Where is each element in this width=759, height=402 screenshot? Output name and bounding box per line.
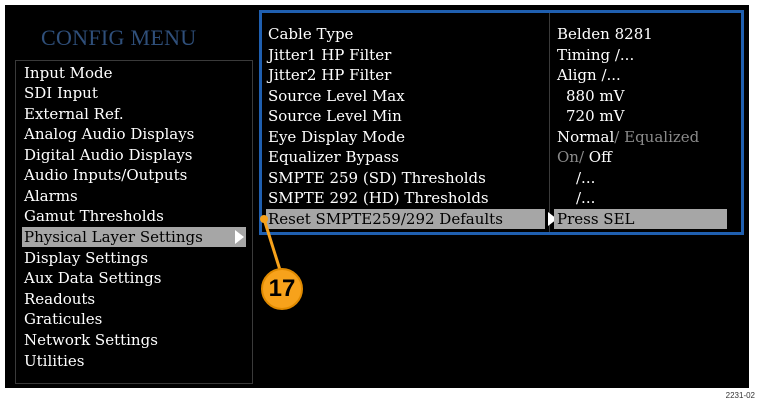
menu-item-label: Readouts <box>24 290 96 308</box>
menu-item-label: Display Settings <box>24 249 149 267</box>
menu-item-display-settings[interactable]: Display Settings <box>24 248 148 268</box>
value-smpte-292-thresholds[interactable]: /... <box>576 188 595 208</box>
param-cable-type[interactable]: Cable Type <box>268 24 353 44</box>
callout-badge: 17 <box>261 268 303 310</box>
menu-item-gamut-thresholds[interactable]: Gamut Thresholds <box>24 206 164 226</box>
menu-item-external-ref[interactable]: External Ref. <box>24 104 124 124</box>
option-on: On/ <box>557 148 585 166</box>
menu-item-label: External Ref. <box>24 105 124 123</box>
option-normal: Normal <box>557 128 615 146</box>
menu-item-audio-inputs-outputs[interactable]: Audio Inputs/Outputs <box>24 165 187 185</box>
menu-item-label: Utilities <box>24 352 85 370</box>
figure-id: 2231-02 <box>725 391 755 400</box>
column-divider <box>549 13 550 232</box>
menu-item-alarms[interactable]: Alarms <box>24 186 78 206</box>
menu-item-input-mode[interactable]: Input Mode <box>24 63 113 83</box>
value-jitter1-hp-filter[interactable]: Timing /... <box>557 45 634 65</box>
param-reset-smpte-defaults[interactable]: Reset SMPTE259/292 Defaults <box>266 209 557 229</box>
value-jitter2-hp-filter[interactable]: Align /... <box>557 65 621 85</box>
param-jitter2-hp-filter[interactable]: Jitter2 HP Filter <box>268 65 391 85</box>
param-eye-display-mode[interactable]: Eye Display Mode <box>268 127 405 147</box>
menu-item-label: Digital Audio Displays <box>24 146 193 164</box>
param-label: Reset SMPTE259/292 Defaults <box>268 210 503 228</box>
value-cable-type[interactable]: Belden 8281 <box>557 24 653 44</box>
menu-item-label: Physical Layer Settings <box>24 228 203 246</box>
value-press-sel[interactable]: Press SEL <box>554 209 727 229</box>
menu-item-utilities[interactable]: Utilities <box>24 351 84 371</box>
menu-item-label: Gamut Thresholds <box>24 207 164 225</box>
submenu-arrow-icon <box>235 230 244 244</box>
menu-item-aux-data-settings[interactable]: Aux Data Settings <box>24 268 161 288</box>
menu-item-sdi-input[interactable]: SDI Input <box>24 83 98 103</box>
value-eye-display-mode[interactable]: Normal/ Equalized <box>557 127 699 147</box>
menu-title: CONFIG MENU <box>41 25 197 50</box>
option-off: Off <box>584 148 612 166</box>
menu-item-network-settings[interactable]: Network Settings <box>24 330 158 350</box>
menu-item-label: Network Settings <box>24 331 158 349</box>
physical-layer-settings-panel: Cable Type Belden 8281 Jitter1 HP Filter… <box>259 10 744 235</box>
instrument-screen: CONFIG MENU Input Mode SDI Input Externa… <box>5 5 749 388</box>
config-menu-list: Input Mode SDI Input External Ref. Analo… <box>15 60 253 384</box>
value-source-level-max[interactable]: 880 mV <box>566 86 624 106</box>
option-equalized: / Equalized <box>614 128 700 146</box>
param-source-level-max[interactable]: Source Level Max <box>268 86 405 106</box>
menu-item-label: Analog Audio Displays <box>24 125 195 143</box>
value-source-level-min[interactable]: 720 mV <box>566 106 624 126</box>
menu-item-analog-audio-displays[interactable]: Analog Audio Displays <box>24 124 194 144</box>
menu-item-label: Alarms <box>24 187 78 205</box>
menu-item-label: Aux Data Settings <box>24 269 162 287</box>
value-smpte-259-thresholds[interactable]: /... <box>576 168 595 188</box>
param-jitter1-hp-filter[interactable]: Jitter1 HP Filter <box>268 45 391 65</box>
param-equalizer-bypass[interactable]: Equalizer Bypass <box>268 147 399 167</box>
menu-item-label: Input Mode <box>24 64 113 82</box>
param-smpte-292-thresholds[interactable]: SMPTE 292 (HD) Thresholds <box>268 188 489 208</box>
menu-item-readouts[interactable]: Readouts <box>24 289 95 309</box>
param-source-level-min[interactable]: Source Level Min <box>268 106 402 126</box>
menu-item-digital-audio-displays[interactable]: Digital Audio Displays <box>24 145 193 165</box>
menu-item-label: Graticules <box>24 310 103 328</box>
menu-item-graticules[interactable]: Graticules <box>24 309 102 329</box>
menu-item-label: Audio Inputs/Outputs <box>24 166 188 184</box>
menu-item-label: SDI Input <box>24 84 98 102</box>
param-smpte-259-thresholds[interactable]: SMPTE 259 (SD) Thresholds <box>268 168 486 188</box>
menu-item-physical-layer-settings[interactable]: Physical Layer Settings <box>22 227 246 247</box>
value-equalizer-bypass[interactable]: On/ Off <box>557 147 612 167</box>
